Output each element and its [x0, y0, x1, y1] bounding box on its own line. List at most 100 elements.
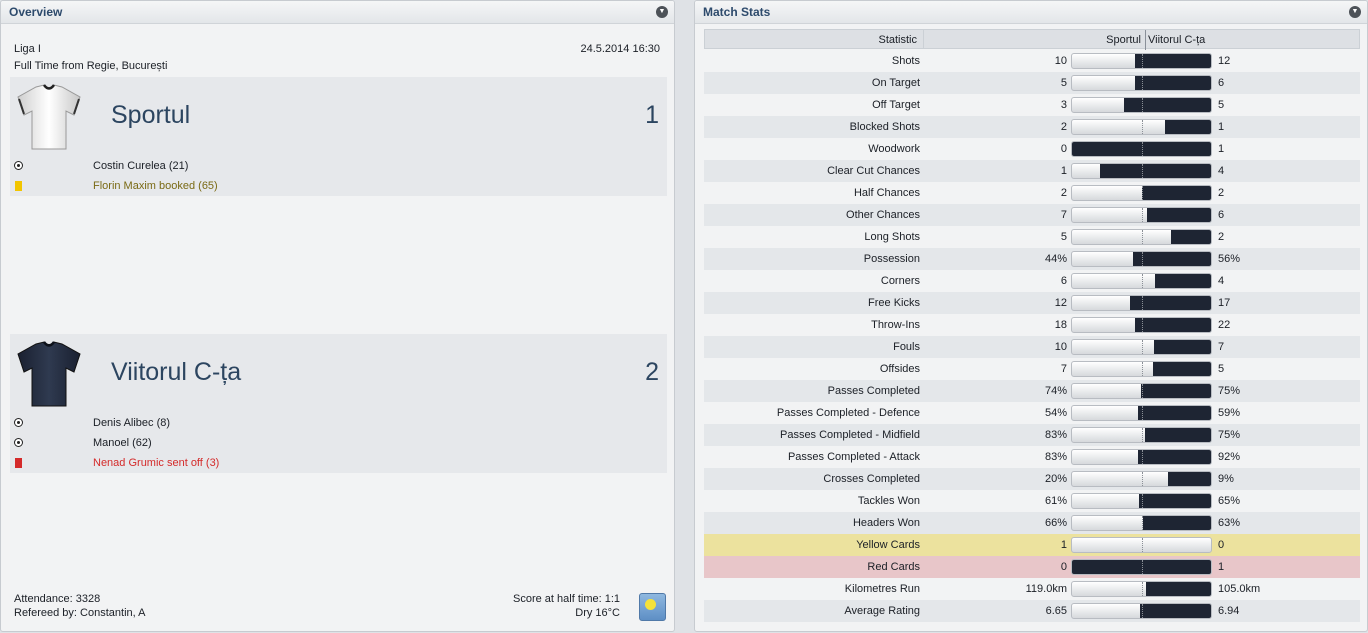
home-team-name[interactable]: Sportul	[111, 101, 190, 130]
sun-icon	[639, 593, 666, 621]
away-team-name[interactable]: Viitorul C-ța	[111, 358, 241, 387]
stat-home-value: 119.0km	[1025, 583, 1067, 595]
stat-bar-midline	[1142, 98, 1143, 112]
stat-label: Headers Won	[852, 517, 920, 529]
stat-bar-midline	[1142, 450, 1143, 464]
away-event-row: Denis Alibec (8)	[10, 413, 667, 433]
away-event-text[interactable]: Nenad Grumic sent off (3)	[93, 453, 219, 473]
stat-away-fill	[1135, 76, 1211, 90]
stat-label: Red Cards	[867, 561, 920, 573]
stat-home-value: 5	[1060, 77, 1067, 89]
stat-label: Throw-Ins	[871, 319, 920, 331]
home-kit-icon	[17, 84, 81, 150]
away-event-row: Nenad Grumic sent off (3)	[10, 453, 667, 473]
stat-row: Yellow Cards 1 0	[704, 534, 1360, 556]
stat-comparison-bar	[1071, 251, 1212, 267]
stat-away-fill	[1137, 450, 1211, 464]
stat-away-value: 7	[1218, 341, 1225, 353]
yellow-card-icon	[15, 181, 22, 191]
stat-bar-midline	[1142, 120, 1143, 134]
stat-home-value: 1	[1060, 165, 1067, 177]
home-event-text[interactable]: Florin Maxim booked (65)	[93, 176, 218, 196]
stat-home-value: 7	[1060, 363, 1067, 375]
away-event-text[interactable]: Manoel (62)	[93, 433, 152, 453]
stat-label: Passes Completed	[827, 385, 920, 397]
away-event-text[interactable]: Denis Alibec (8)	[93, 413, 170, 433]
stat-away-fill	[1133, 252, 1211, 266]
stat-away-value: 17	[1218, 297, 1231, 309]
stat-away-fill	[1153, 340, 1211, 354]
stat-label: Passes Completed - Defence	[776, 407, 920, 419]
stat-away-value: 6	[1218, 77, 1225, 89]
home-event-text[interactable]: Costin Curelea (21)	[93, 156, 188, 176]
stat-comparison-bar	[1071, 537, 1212, 553]
weather-text: Dry 16°C	[575, 607, 620, 619]
stat-comparison-bar	[1071, 185, 1212, 201]
stat-away-value: 63%	[1218, 517, 1241, 529]
home-column-header[interactable]: Sportul	[925, 30, 1141, 50]
stat-home-value: 2	[1060, 187, 1067, 199]
stat-row: Passes Completed - Defence 54% 59%	[704, 402, 1360, 424]
match-stats-menu-icon[interactable]: ▼	[1349, 6, 1361, 18]
stat-comparison-bar	[1071, 581, 1212, 597]
stat-bar-midline	[1142, 318, 1143, 332]
away-column-header[interactable]: Viitorul C-ța	[1145, 30, 1205, 50]
stat-away-fill	[1143, 516, 1211, 530]
stat-away-fill	[1141, 186, 1211, 200]
stat-home-value: 74%	[1044, 385, 1067, 397]
stat-bar-midline	[1142, 362, 1143, 376]
stat-away-fill	[1167, 472, 1211, 486]
stat-bar-midline	[1142, 406, 1143, 420]
stat-away-value: 5	[1218, 363, 1225, 375]
stat-home-value: 0	[1060, 561, 1067, 573]
panel-splitter[interactable]	[681, 0, 687, 633]
stat-bar-midline	[1142, 560, 1143, 574]
overview-menu-icon[interactable]: ▼	[656, 6, 668, 18]
stat-away-value: 105.0km	[1218, 583, 1261, 595]
stat-comparison-bar	[1071, 163, 1212, 179]
stat-away-fill	[1134, 318, 1211, 332]
statistic-column-header[interactable]: Statistic	[705, 30, 924, 48]
stat-bar-midline	[1142, 230, 1143, 244]
match-datetime: 24.5.2014 16:30	[580, 43, 660, 55]
stat-home-value: 0	[1060, 143, 1067, 155]
stat-comparison-bar	[1071, 53, 1212, 69]
stat-label: Crosses Completed	[823, 473, 920, 485]
stat-row: Other Chances 7 6	[704, 204, 1360, 226]
stat-home-value: 83%	[1044, 429, 1067, 441]
stat-away-fill	[1145, 428, 1211, 442]
stat-away-value: 6	[1218, 209, 1225, 221]
stat-away-value: 65%	[1218, 495, 1241, 507]
stat-row: Passes Completed 74% 75%	[704, 380, 1360, 402]
home-team-score: 1	[645, 101, 659, 129]
stat-away-value: 75%	[1218, 429, 1241, 441]
stat-bar-midline	[1142, 252, 1143, 266]
stat-label: Passes Completed - Midfield	[779, 429, 920, 441]
stat-label: Corners	[880, 275, 920, 287]
stat-label: Tackles Won	[857, 495, 920, 507]
stat-home-value: 10	[1054, 341, 1067, 353]
stat-comparison-bar	[1071, 603, 1212, 619]
stat-home-value: 12	[1054, 297, 1067, 309]
stat-away-value: 2	[1218, 187, 1225, 199]
stat-bar-midline	[1142, 472, 1143, 486]
stat-home-value: 6.65	[1045, 605, 1067, 617]
stat-away-fill	[1164, 120, 1211, 134]
stat-row: Woodwork 0 1	[704, 138, 1360, 160]
stat-label: Average Rating	[844, 605, 920, 617]
stat-row: Red Cards 0 1	[704, 556, 1360, 578]
stat-home-value: 18	[1054, 319, 1067, 331]
stat-bar-midline	[1142, 428, 1143, 442]
stat-comparison-bar	[1071, 207, 1212, 223]
stat-comparison-bar	[1071, 515, 1212, 531]
stat-row: Free Kicks 12 17	[704, 292, 1360, 314]
stat-bar-midline	[1142, 76, 1143, 90]
stat-comparison-bar	[1071, 383, 1212, 399]
stat-home-value: 7	[1060, 209, 1067, 221]
stat-row: Crosses Completed 20% 9%	[704, 468, 1360, 490]
stat-label: Fouls	[893, 341, 920, 353]
stat-label: Free Kicks	[868, 297, 920, 309]
stat-bar-midline	[1142, 516, 1143, 530]
stat-bar-midline	[1142, 54, 1143, 68]
stat-bar-midline	[1142, 142, 1143, 156]
